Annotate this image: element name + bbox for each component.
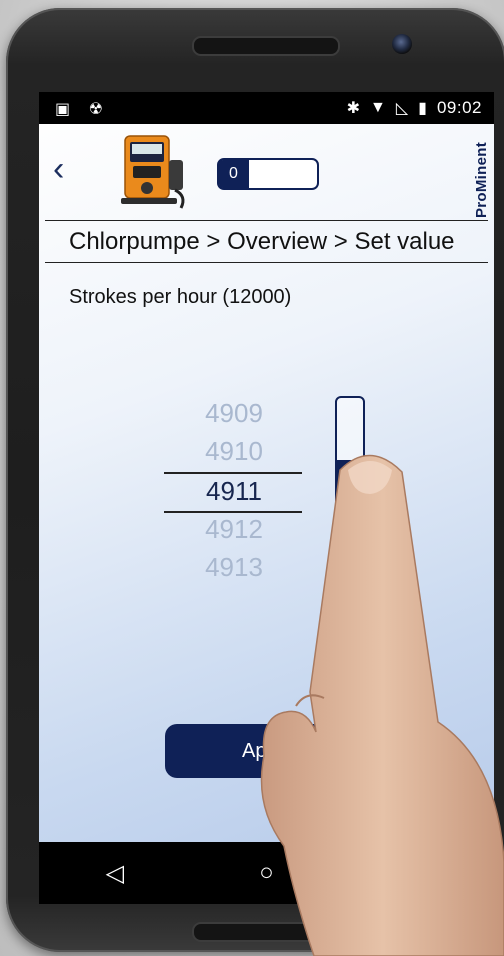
- navigation-bar: ◁ ○ □: [39, 842, 494, 904]
- picker-selected-item[interactable]: 4911: [164, 476, 304, 507]
- app-content: ‹ 0 ProMinent Chlorpumpe > Overview > Se…: [39, 124, 494, 842]
- battery-icon: ▮: [418, 100, 427, 117]
- android-icon: ☢: [88, 101, 103, 118]
- chevron-left-icon: ‹: [53, 150, 65, 188]
- bottom-speaker: [192, 922, 340, 942]
- breadcrumb: Chlorpumpe > Overview > Set value: [69, 228, 455, 255]
- picker-item[interactable]: 4912: [164, 514, 304, 545]
- home-nav-icon[interactable]: ○: [236, 859, 296, 887]
- value-slider[interactable]: [335, 396, 365, 590]
- divider-bottom: [45, 262, 488, 263]
- picker-selection-line: [164, 472, 302, 474]
- signal-icon: ◺: [395, 100, 409, 117]
- status-time: 09:02: [436, 98, 482, 117]
- back-nav-icon[interactable]: ◁: [85, 859, 145, 888]
- field-label: Strokes per hour (12000): [69, 286, 292, 308]
- picker-item[interactable]: 4909: [164, 398, 304, 429]
- picker-selection-line: [164, 511, 302, 513]
- picker-item[interactable]: 4913: [164, 552, 304, 583]
- divider-top: [45, 220, 488, 221]
- front-camera: [392, 34, 412, 54]
- counter-value: 0: [219, 160, 249, 188]
- picker-item[interactable]: 4910: [164, 436, 304, 467]
- slider-thumb[interactable]: [337, 460, 363, 498]
- bluetooth-icon: ✱: [346, 100, 360, 117]
- status-bar: ▣ ☢ ✱ ▼ ◺ ▮ 09:02: [39, 92, 494, 124]
- pump-device-icon: [121, 135, 185, 209]
- screen: ▣ ☢ ✱ ▼ ◺ ▮ 09:02 ‹ 0 ProMinent Chlorpum…: [39, 92, 494, 904]
- back-button[interactable]: ‹: [53, 152, 64, 186]
- image-icon: ▣: [55, 101, 71, 118]
- apply-button[interactable]: Apply: [165, 724, 369, 778]
- phone-frame: ▣ ☢ ✱ ▼ ◺ ▮ 09:02 ‹ 0 ProMinent Chlorpum…: [6, 8, 504, 952]
- brand-logo: ProMinent: [473, 142, 490, 219]
- counter-display: 0: [217, 158, 319, 190]
- earpiece-speaker: [192, 36, 340, 56]
- recents-nav-icon[interactable]: □: [388, 859, 448, 887]
- wifi-icon: ▼: [369, 99, 386, 116]
